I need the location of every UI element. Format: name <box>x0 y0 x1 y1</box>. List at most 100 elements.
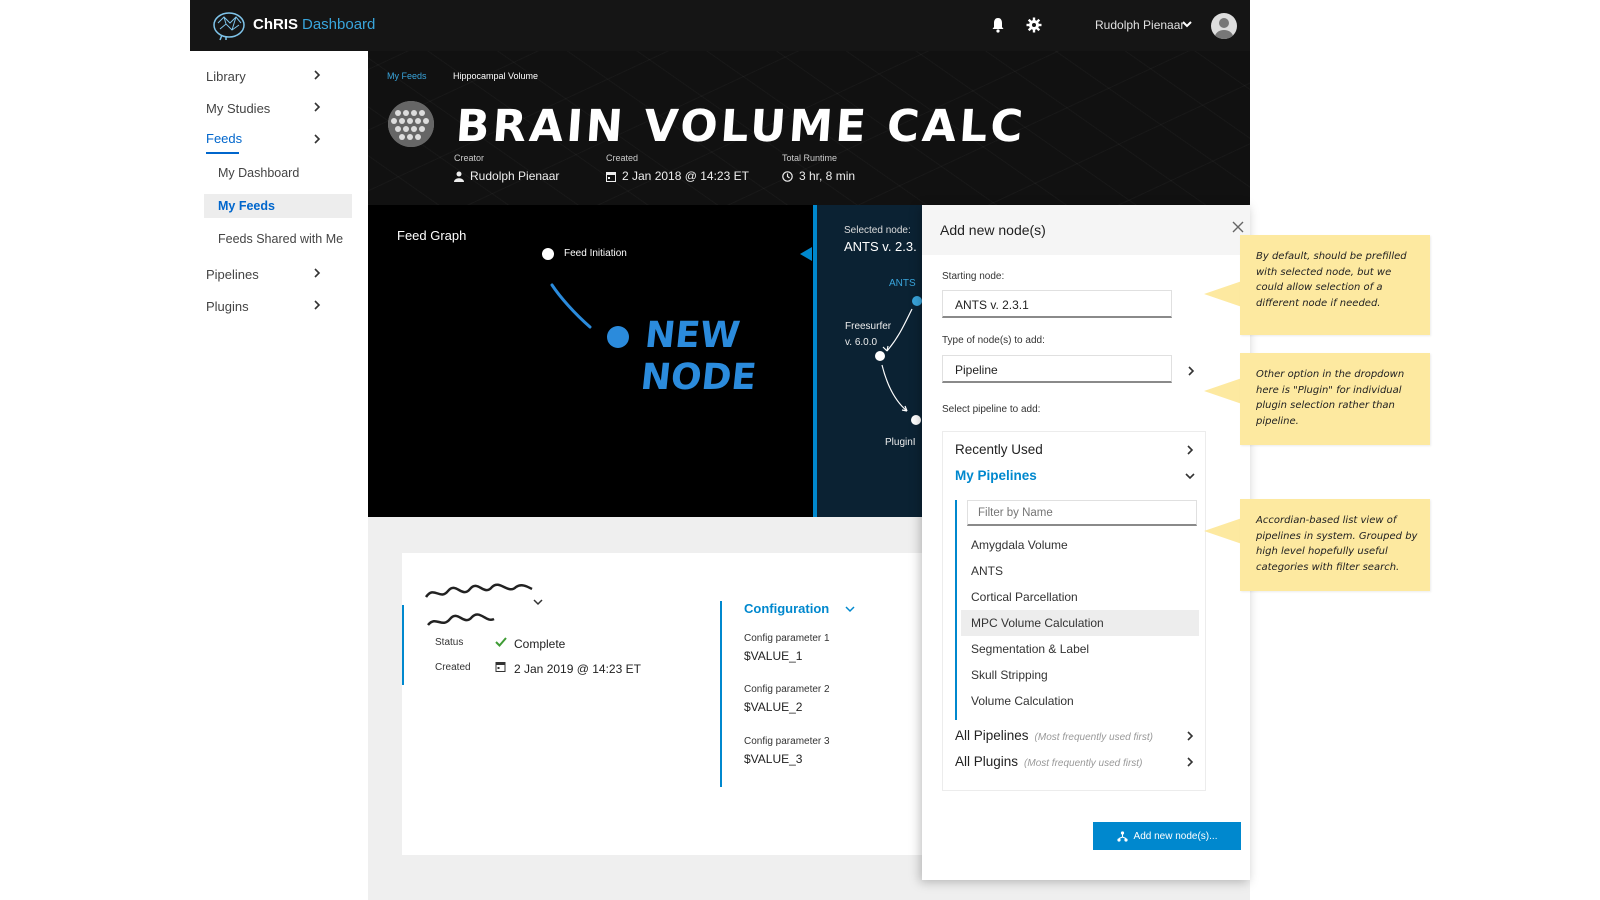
created-value-2: 2 Jan 2019 @ 14:23 ET <box>514 662 641 676</box>
close-icon[interactable] <box>1232 221 1244 233</box>
chevron-right-icon[interactable] <box>312 70 322 80</box>
ants-node[interactable] <box>912 296 922 306</box>
accordion-recently-used[interactable]: Recently Used <box>955 442 1043 457</box>
chevron-right-icon[interactable] <box>312 300 322 310</box>
chevron-right-icon[interactable] <box>1185 757 1195 767</box>
note-pointer <box>1204 518 1242 544</box>
runtime-label: Total Runtime <box>782 153 838 163</box>
sidebar-subitem-my-dashboard[interactable]: My Dashboard <box>204 161 352 185</box>
graph-edges <box>875 296 922 425</box>
chevron-right-icon[interactable] <box>1185 445 1195 455</box>
top-bar: ChRIS Dashboard Rudolph Pienaar <box>190 0 1250 51</box>
chevron-right-icon[interactable] <box>312 268 322 278</box>
chevron-down-icon[interactable] <box>1180 17 1194 31</box>
pipeline-filter-input[interactable] <box>967 500 1197 526</box>
new-node-line1: NEW <box>643 315 742 356</box>
pipeline-item-hovered[interactable]: MPC Volume Calculation <box>961 610 1199 636</box>
chris-brain-logo-icon <box>213 12 245 41</box>
freesurfer-node[interactable] <box>875 351 885 361</box>
chevron-down-icon[interactable] <box>533 597 543 607</box>
redacted-title-scribble <box>424 583 533 626</box>
brand-name: ChRIS <box>253 16 298 33</box>
brain-scan-icon <box>388 101 434 147</box>
calendar-icon <box>606 172 616 182</box>
configuration-toggle[interactable]: Configuration <box>744 601 829 616</box>
accordion-all-pipelines[interactable]: All Pipelines (Most frequently used first… <box>955 728 1153 743</box>
active-underline <box>206 152 239 154</box>
new-node[interactable] <box>607 326 629 348</box>
add-node-header: Add new node(s) <box>922 205 1250 255</box>
config-param-2-value: $VALUE_2 <box>744 700 803 714</box>
pipeline-item[interactable]: Cortical Parcellation <box>961 584 1199 610</box>
config-param-1-label: Config parameter 1 <box>744 633 830 644</box>
brand-title[interactable]: ChRIS Dashboard <box>253 16 375 33</box>
sidebar-subitem-feeds-shared[interactable]: Feeds Shared with Me <box>204 227 352 251</box>
feed-graph: Feed Graph Feed Initiation NEW NODE <box>368 205 813 517</box>
add-node-title: Add new node(s) <box>940 222 1046 238</box>
status-label: Status <box>435 637 464 648</box>
starting-node-label: Starting node: <box>942 271 1005 282</box>
sidebar-subitem-my-feeds[interactable]: My Feeds <box>204 194 352 218</box>
accordion-accent-bar <box>955 500 957 720</box>
sidebar-item-library[interactable]: Library <box>206 69 246 84</box>
sidebar: Library My Studies Feeds My Dashboard My… <box>190 51 368 900</box>
pipeline-item[interactable]: Skull Stripping <box>961 662 1199 688</box>
breadcrumb-my-feeds[interactable]: My Feeds <box>387 71 427 81</box>
new-node-annotation: NEW NODE <box>639 315 763 399</box>
accordion-all-plugins[interactable]: All Plugins (Most frequently used first) <box>955 754 1142 769</box>
chevron-right-icon[interactable] <box>312 134 322 144</box>
bell-icon[interactable] <box>989 16 1007 34</box>
sidebar-item-plugins[interactable]: Plugins <box>206 299 249 314</box>
accordion-my-pipelines[interactable]: My Pipelines <box>955 468 1037 483</box>
details-accent-bar <box>402 605 404 685</box>
node-tree-icon <box>1116 830 1128 842</box>
config-accent-bar <box>720 601 722 787</box>
selected-node-panel: Selected node: ANTS v. 2.3. ANTS Freesur… <box>813 205 923 517</box>
feed-header: My Feeds Hippocampal Volume BRAIN VOLUME… <box>368 51 1250 205</box>
gear-icon[interactable] <box>1025 16 1043 34</box>
add-node-panel: Add new node(s) Starting node: ANTS v. 2… <box>922 205 1250 880</box>
config-param-3-label: Config parameter 3 <box>744 736 830 747</box>
chevron-right-icon[interactable] <box>312 102 322 112</box>
node-type-select[interactable]: Pipeline <box>942 355 1172 383</box>
pipeline-item[interactable]: Segmentation & Label <box>961 636 1199 662</box>
node-details-card: Status Complete Created 2 Jan 2019 @ 14:… <box>402 553 922 855</box>
all-plugins-hint: (Most frequently used first) <box>1024 758 1143 769</box>
sidebar-item-feeds[interactable]: Feeds <box>206 131 242 146</box>
config-param-1-value: $VALUE_1 <box>744 649 803 663</box>
feed-initiation-node[interactable] <box>542 248 554 260</box>
created-date: 2 Jan 2018 @ 14:23 ET <box>622 169 749 183</box>
user-menu-name[interactable]: Rudolph Pienaar <box>1095 18 1184 32</box>
calendar-icon <box>495 662 506 672</box>
starting-node-field[interactable]: ANTS v. 2.3.1 <box>942 290 1172 318</box>
add-new-nodes-button[interactable]: Add new node(s)... <box>1093 822 1241 850</box>
chevron-right-icon[interactable] <box>1186 366 1196 376</box>
sticky-note-starting-node: By default, should be prefilled with sel… <box>1240 235 1430 335</box>
pipeline-item[interactable]: Volume Calculation <box>961 688 1199 714</box>
chevron-down-icon[interactable] <box>845 604 855 614</box>
created-value: 2 Jan 2018 @ 14:23 ET <box>606 169 749 183</box>
feed-thumbnail <box>388 101 434 147</box>
selected-node-pointer <box>800 247 812 261</box>
sidebar-item-pipelines[interactable]: Pipelines <box>206 267 259 282</box>
created-label: Created <box>606 153 639 163</box>
breadcrumb-current: Hippocampal Volume <box>453 71 539 81</box>
all-pipelines-label: All Pipelines <box>955 728 1029 743</box>
creator-label: Creator <box>454 153 485 163</box>
node-type-label: Type of node(s) to add: <box>942 335 1045 346</box>
sticky-note-node-type: Other option in the dropdown here is "Pl… <box>1240 353 1430 445</box>
chevron-down-icon[interactable] <box>1185 471 1195 481</box>
pipeline-item[interactable]: ANTS <box>961 558 1199 584</box>
config-param-3-value: $VALUE_3 <box>744 752 803 766</box>
check-icon <box>495 637 507 647</box>
sidebar-item-my-studies[interactable]: My Studies <box>206 101 270 116</box>
all-plugins-label: All Plugins <box>955 754 1019 769</box>
note-pointer <box>1204 378 1242 404</box>
plugin-node[interactable] <box>911 415 921 425</box>
app-root: ChRISDashboard Rudolph Pienaar Library <box>0 0 1600 900</box>
avatar[interactable] <box>1211 13 1237 39</box>
pipeline-item[interactable]: Amygdala Volume <box>961 532 1199 558</box>
runtime-value: 3 hr, 8 min <box>782 169 855 183</box>
sticky-note-accordion: Accordian-based list view of pipelines i… <box>1240 499 1430 591</box>
chevron-right-icon[interactable] <box>1185 731 1195 741</box>
